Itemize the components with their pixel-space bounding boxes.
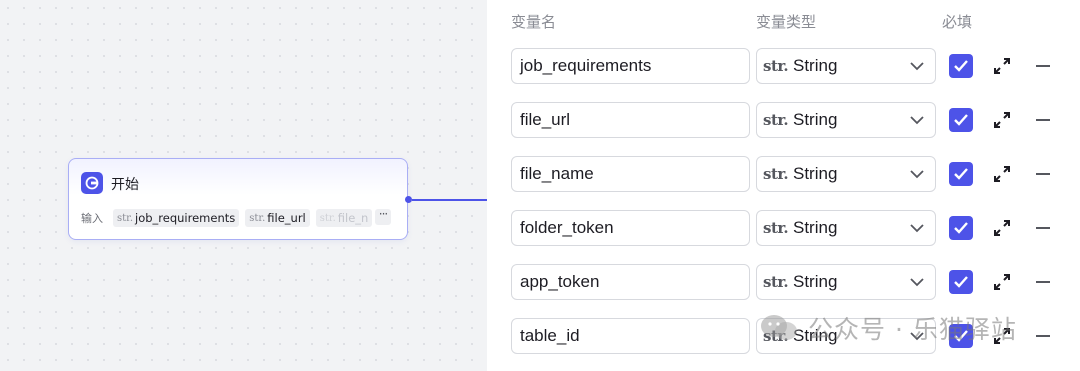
remove-variable-icon[interactable] <box>1036 335 1050 337</box>
variable-row: file_name str. String <box>487 156 1080 192</box>
string-type-icon: str. <box>763 327 789 345</box>
variable-type-label: String <box>793 272 838 291</box>
connection-edge <box>412 199 488 201</box>
start-node-icon <box>81 172 103 194</box>
inputs-label: 输入 <box>81 212 103 225</box>
variable-type-label: String <box>793 164 838 183</box>
chevron-down-icon <box>910 62 924 71</box>
start-node[interactable]: 开始 输入 str. job_requirements str. file_url … <box>68 158 408 240</box>
node-output-port[interactable] <box>405 196 412 203</box>
variables-panel: 变量名 变量类型 必填 job_requirements str. String fi… <box>487 0 1080 371</box>
required-checkbox[interactable] <box>949 324 973 348</box>
variable-row: app_token str. String <box>487 264 1080 300</box>
check-icon <box>954 60 968 72</box>
variable-type-label: String <box>793 56 838 75</box>
variable-type-select[interactable]: str. String <box>756 102 936 138</box>
input-tag-file-url: str. file_url <box>245 209 310 227</box>
remove-variable-icon[interactable] <box>1036 227 1050 229</box>
string-type-icon: str. <box>763 57 789 75</box>
expand-icon[interactable] <box>992 110 1012 130</box>
more-inputs-icon[interactable]: ··· <box>375 208 391 225</box>
start-node-inputs: 输入 str. job_requirements str. file_url str… <box>81 209 395 227</box>
variable-type-label: String <box>793 218 838 237</box>
variable-type-label: String <box>793 110 838 129</box>
variable-type-select[interactable]: str. String <box>756 156 936 192</box>
string-type-icon: str. <box>763 219 789 237</box>
expand-icon[interactable] <box>992 164 1012 184</box>
check-icon <box>954 114 968 126</box>
variable-name-input[interactable]: file_url <box>511 102 750 138</box>
required-checkbox[interactable] <box>949 270 973 294</box>
variable-name-input[interactable]: app_token <box>511 264 750 300</box>
variable-type-select[interactable]: str. String <box>756 318 936 354</box>
header-variable-name: 变量名 <box>511 13 557 31</box>
variable-name-input[interactable]: job_requirements <box>511 48 750 84</box>
variable-row: table_id str. String <box>487 318 1080 354</box>
variable-name-input[interactable]: table_id <box>511 318 750 354</box>
string-type-icon: str. <box>763 165 789 183</box>
check-icon <box>954 276 968 288</box>
check-icon <box>954 330 968 342</box>
string-type-icon: str. <box>763 111 789 129</box>
check-icon <box>954 168 968 180</box>
required-checkbox[interactable] <box>949 216 973 240</box>
remove-variable-icon[interactable] <box>1036 65 1050 67</box>
header-required: 必填 <box>942 13 973 31</box>
input-tag-file-name: str. file_n <box>315 209 373 227</box>
chevron-down-icon <box>910 332 924 341</box>
chevron-down-icon <box>910 278 924 287</box>
variable-name-input[interactable]: folder_token <box>511 210 750 246</box>
required-checkbox[interactable] <box>949 54 973 78</box>
remove-variable-icon[interactable] <box>1036 281 1050 283</box>
chevron-down-icon <box>910 224 924 233</box>
header-variable-type: 变量类型 <box>756 13 817 31</box>
required-checkbox[interactable] <box>949 108 973 132</box>
string-type-icon: str. <box>763 273 789 291</box>
variable-type-select[interactable]: str. String <box>756 264 936 300</box>
variable-row: folder_token str. String <box>487 210 1080 246</box>
expand-icon[interactable] <box>992 218 1012 238</box>
variable-name-input[interactable]: file_name <box>511 156 750 192</box>
input-tag-job-requirements: str. job_requirements <box>113 209 240 227</box>
chevron-down-icon <box>910 116 924 125</box>
expand-icon[interactable] <box>992 272 1012 292</box>
check-icon <box>954 222 968 234</box>
remove-variable-icon[interactable] <box>1036 173 1050 175</box>
expand-icon[interactable] <box>992 326 1012 346</box>
required-checkbox[interactable] <box>949 162 973 186</box>
variable-row: file_url str. String <box>487 102 1080 138</box>
variable-row: job_requirements str. String <box>487 48 1080 84</box>
expand-icon[interactable] <box>992 56 1012 76</box>
variable-type-select[interactable]: str. String <box>756 210 936 246</box>
variable-type-select[interactable]: str. String <box>756 48 936 84</box>
start-node-title: 开始 <box>111 177 139 193</box>
chevron-down-icon <box>910 170 924 179</box>
remove-variable-icon[interactable] <box>1036 119 1050 121</box>
variable-type-label: String <box>793 326 838 345</box>
